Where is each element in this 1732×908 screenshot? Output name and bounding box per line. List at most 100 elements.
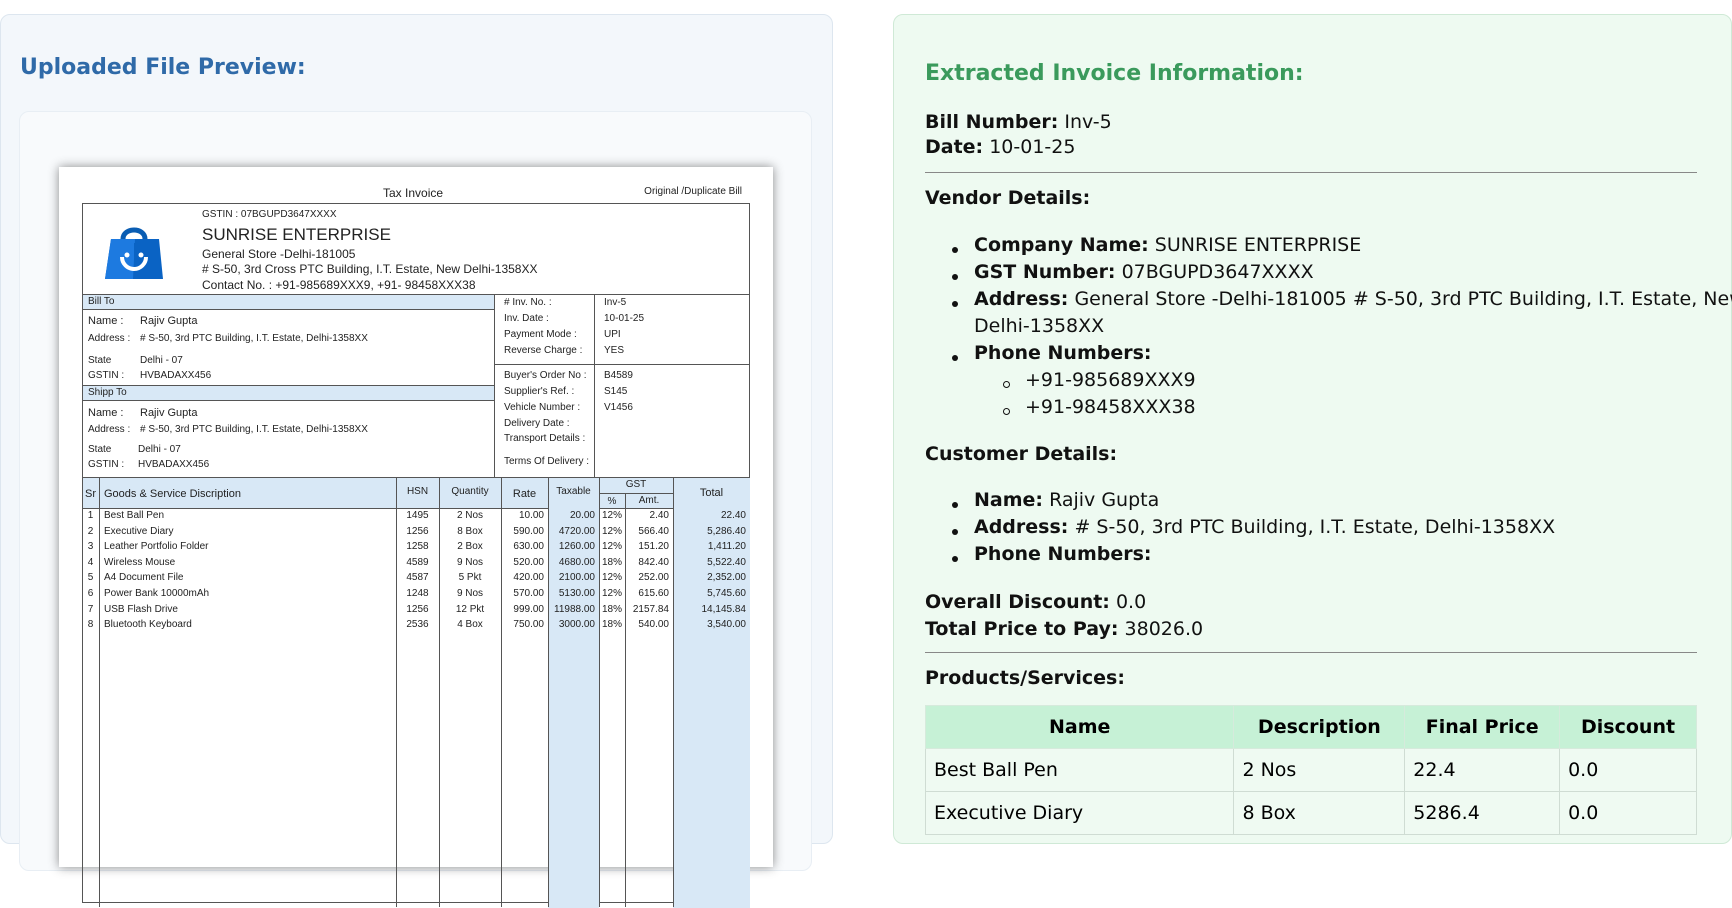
bullet xyxy=(952,502,958,508)
ship-gstin: HVBADAXX456 xyxy=(138,459,210,470)
col-gst-amt: Amt. xyxy=(638,495,660,506)
meta-label-inv-date: Inv. Date : xyxy=(504,313,549,324)
vendor-heading: Vendor Details: xyxy=(925,187,1091,209)
vendor-gst-row: GST Number: 07BGUPD3647XXXX xyxy=(974,261,1314,283)
customer-address-row: Address: # S-50, 3rd PTC Building, I.T. … xyxy=(974,516,1555,538)
sub-bullet xyxy=(1003,408,1010,415)
invoice-item-taxable: 3000.00 xyxy=(558,619,595,631)
invoice-item-hsn: 1495 xyxy=(406,510,429,521)
invoice-item-qty: 2 Box xyxy=(457,541,483,553)
products-header-row: Name Description Final Price Discount xyxy=(924,705,1697,749)
discount-row: Overall Discount: 0.0 xyxy=(925,591,1146,613)
invoice-item-sr: 5 xyxy=(87,572,94,584)
invoice-item-amt: 566.40 xyxy=(638,525,669,537)
vendor-company-row: Company Name: SUNRISE ENTERPRISE xyxy=(974,234,1361,256)
invoice-item-rate: 570.00 xyxy=(513,588,544,599)
discount-label: Overall Discount: xyxy=(925,591,1110,613)
invoice-item-total: 5,286.40 xyxy=(707,525,746,537)
invoice-item-pct: 12% xyxy=(601,510,622,521)
invoice-item-qty: 4 Box xyxy=(457,619,483,631)
col-sr: Sr xyxy=(85,488,96,500)
invoice-item-taxable: 4720.00 xyxy=(558,525,595,537)
invoice-item-pct: 12% xyxy=(601,525,622,537)
invoice-item-desc: A4 Document File xyxy=(104,572,184,584)
table-row: Executive Diary 8 Box 5286.4 0.0 xyxy=(924,791,1697,835)
company-label: Company Name: xyxy=(974,234,1149,256)
invoice-item-total: 5,745.60 xyxy=(707,588,746,599)
invoice-title: Tax Invoice xyxy=(383,186,444,200)
invoice-item-hsn: 4587 xyxy=(406,572,429,584)
invoice-item-hsn: 1256 xyxy=(406,603,429,615)
bill-address: # S-50, 3rd PTC Building, I.T. Estate, D… xyxy=(140,333,368,344)
invoice-item-hsn: 1256 xyxy=(406,525,429,537)
invoice-item-amt: 2.40 xyxy=(649,510,669,521)
vendor-name: SUNRISE ENTERPRISE xyxy=(202,225,391,244)
product-final-price: 5286.4 xyxy=(1404,791,1561,835)
invoice-item-desc: Leather Portfolio Folder xyxy=(104,541,209,553)
invoice-item-hsn: 1258 xyxy=(406,541,429,553)
invoice-item-sr: 4 xyxy=(87,556,94,568)
invoice-item-taxable: 4680.00 xyxy=(558,556,595,568)
order-label-buyer: Buyer's Order No : xyxy=(504,370,587,381)
meta-value-inv-date: 10-01-25 xyxy=(604,313,645,324)
vendor-contact: Contact No. : +91-985689XXX9, +91- 98458… xyxy=(202,278,476,292)
vendor-phones-label: Phone Numbers: xyxy=(974,342,1152,364)
bill-to-label: Bill To xyxy=(88,296,115,307)
customer-address-value: # S-50, 3rd PTC Building, I.T. Estate, D… xyxy=(1074,516,1556,538)
product-description: 8 Box xyxy=(1233,791,1406,835)
products-heading: Products/Services: xyxy=(925,667,1125,689)
invoice-item-amt: 842.40 xyxy=(638,556,669,568)
header-discount: Discount xyxy=(1559,705,1697,749)
meta-value-reverse: YES xyxy=(604,345,625,356)
copy-label: Original /Duplicate Bill xyxy=(644,186,742,197)
invoice-item-taxable: 11988.00 xyxy=(554,603,595,615)
invoice-item-pct: 12% xyxy=(601,541,622,553)
discount-value: 0.0 xyxy=(1115,591,1147,613)
col-quantity: Quantity xyxy=(451,486,489,497)
invoice-item-desc: Best Ball Pen xyxy=(104,510,165,521)
invoice-item-qty: 2 Nos xyxy=(456,510,484,521)
header-description: Description xyxy=(1233,705,1406,749)
bill-name: Rajiv Gupta xyxy=(140,315,198,327)
invoice-item-taxable: 20.00 xyxy=(569,510,595,521)
ship-address-label: Address : xyxy=(88,424,131,435)
bill-state-label: State xyxy=(88,355,112,366)
vendor-address-value: General Store -Delhi-181005 # S-50, 3rd … xyxy=(1074,288,1732,310)
bullet xyxy=(952,301,958,307)
vendor-address-2: # S-50, 3rd Cross PTC Building, I.T. Est… xyxy=(202,262,538,276)
ship-address: # S-50, 3rd PTC Building, I.T. Estate, D… xyxy=(140,424,368,435)
meta-label-inv-no: # Inv. No. : xyxy=(504,297,552,308)
date-row: Date: 10-01-25 xyxy=(925,136,1075,158)
bill-number-row: Bill Number: Inv-5 xyxy=(925,111,1112,133)
invoice-item-rate: 520.00 xyxy=(513,556,544,568)
invoice-item-total: 2,352.00 xyxy=(707,572,746,584)
col-gst: GST xyxy=(625,479,647,490)
vendor-phone-2: +91-98458XXX38 xyxy=(1025,396,1196,418)
invoice-item-desc: Executive Diary xyxy=(104,525,174,537)
invoice-item-total: 22.40 xyxy=(720,510,746,521)
ship-state-label: State xyxy=(88,444,112,455)
preview-title: Uploaded File Preview: xyxy=(20,55,306,80)
total-row: Total Price to Pay: 38026.0 xyxy=(925,618,1203,640)
order-value-supplier: S145 xyxy=(604,386,628,397)
invoice-item-pct: 12% xyxy=(601,588,622,599)
bullet xyxy=(952,556,958,562)
ship-state: Delhi - 07 xyxy=(138,444,181,455)
order-value-vehicle: V1456 xyxy=(604,402,633,413)
gst-label: GST Number: xyxy=(974,261,1116,283)
bullet xyxy=(952,355,958,361)
col-total: Total xyxy=(699,487,724,499)
invoice-item-total: 5,522.40 xyxy=(707,556,746,568)
invoice-item-hsn: 1248 xyxy=(406,588,429,599)
customer-name-row: Name: Rajiv Gupta xyxy=(974,489,1159,511)
invoice-document: Tax Invoice Original /Duplicate Bill GST… xyxy=(59,167,773,908)
invoice-item-pct: 18% xyxy=(601,603,622,615)
ship-name: Rajiv Gupta xyxy=(140,407,198,419)
invoice-item-sr: 3 xyxy=(87,541,94,553)
col-hsn: HSN xyxy=(406,486,429,497)
invoice-item-desc: Power Bank 10000mAh xyxy=(104,588,210,599)
invoice-item-total: 14,145.84 xyxy=(701,603,747,615)
product-name: Executive Diary xyxy=(924,791,1235,835)
vendor-address-cont: Delhi-1358XX xyxy=(974,315,1105,337)
invoice-item-sr: 1 xyxy=(87,510,94,521)
